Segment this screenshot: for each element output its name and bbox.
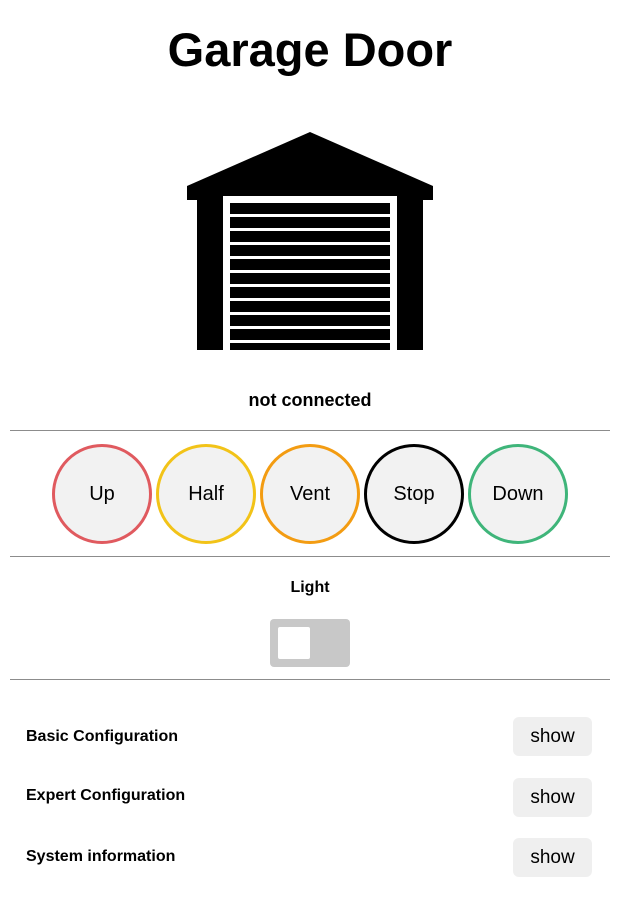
system-information-row: System information show bbox=[26, 838, 592, 878]
expert-configuration-label: Expert Configuration bbox=[26, 787, 186, 804]
toggle-knob bbox=[278, 627, 310, 659]
expert-configuration-row: Expert Configuration show bbox=[26, 778, 592, 818]
system-information-show-button[interactable]: show bbox=[513, 838, 592, 877]
basic-configuration-label: Basic Configuration bbox=[26, 728, 179, 745]
light-toggle[interactable] bbox=[270, 619, 350, 667]
stop-button[interactable]: Stop bbox=[364, 444, 464, 544]
half-button[interactable]: Half bbox=[156, 444, 256, 544]
basic-configuration-show-button[interactable]: show bbox=[513, 717, 592, 756]
page-title: Garage Door bbox=[167, 23, 453, 76]
up-button[interactable]: Up bbox=[52, 444, 152, 544]
expert-configuration-show-button[interactable]: show bbox=[513, 778, 592, 817]
divider bbox=[10, 430, 610, 431]
system-information-label: System information bbox=[26, 848, 176, 865]
divider bbox=[10, 679, 610, 680]
connection-status: not connected bbox=[248, 390, 372, 410]
door-control-buttons: Up Half Vent Stop Down bbox=[52, 444, 572, 544]
light-label: Light bbox=[290, 579, 330, 596]
garage-door-icon bbox=[187, 132, 433, 352]
basic-configuration-row: Basic Configuration show bbox=[26, 717, 592, 757]
divider bbox=[10, 556, 610, 557]
vent-button[interactable]: Vent bbox=[260, 444, 360, 544]
down-button[interactable]: Down bbox=[468, 444, 568, 544]
